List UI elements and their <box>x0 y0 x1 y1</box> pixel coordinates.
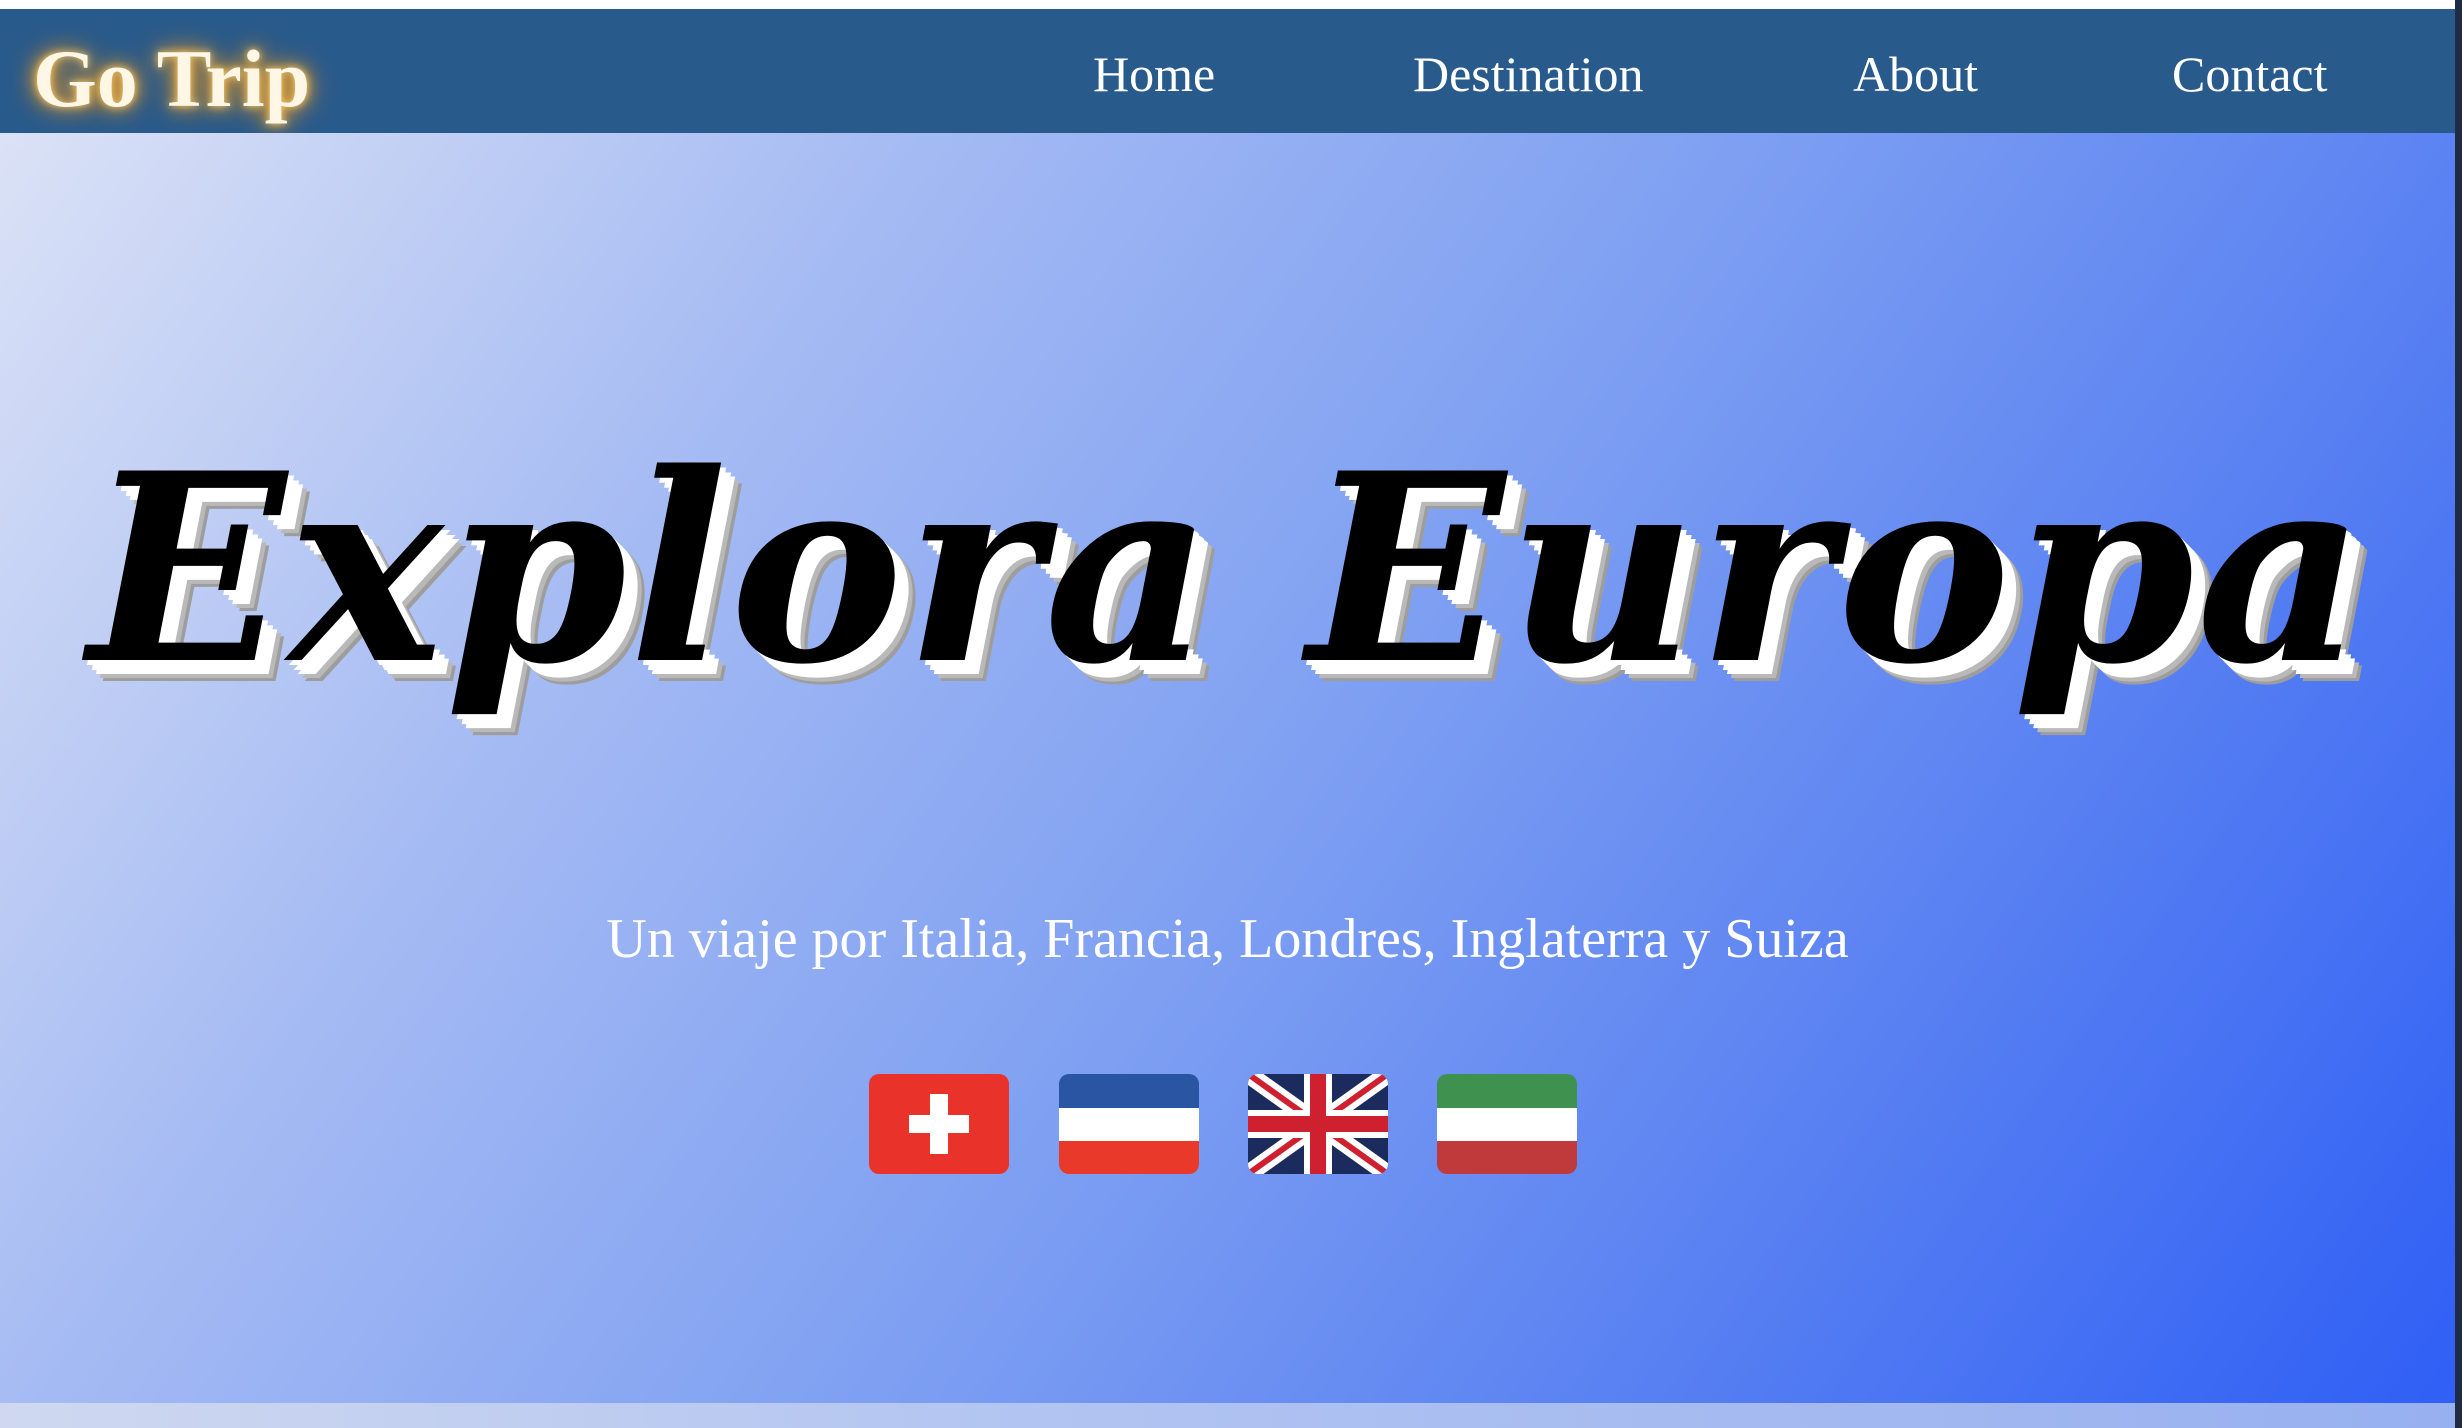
brand-logo[interactable]: Go Trip <box>33 31 310 127</box>
next-section-edge <box>0 1403 2455 1428</box>
blue-white-red-flag-graphic <box>1059 1074 1199 1174</box>
hero-subtitle: Un viaje por Italia, Francia, Londres, I… <box>606 908 1849 970</box>
page: Go Trip Home Destination About Contact E… <box>0 0 2462 1428</box>
nav-about-link[interactable]: About <box>1853 43 1978 105</box>
nav-destination-link[interactable]: Destination <box>1413 43 1644 105</box>
window-right-edge <box>2455 0 2462 1428</box>
hero-title: Explora Europa <box>87 417 2367 722</box>
hero-section <box>0 133 2455 1403</box>
nav-home-link[interactable]: Home <box>1093 43 1215 105</box>
swiss-flag-graphic <box>869 1074 1009 1174</box>
union-jack-flag-icon[interactable] <box>1248 1074 1388 1174</box>
green-white-red-flag-graphic <box>1437 1074 1577 1174</box>
nav-contact-link[interactable]: Contact <box>2172 43 2328 105</box>
green-white-red-flag-icon[interactable] <box>1437 1074 1577 1174</box>
union-jack-flag-graphic <box>1248 1074 1388 1174</box>
top-navbar: Go Trip Home Destination About Contact <box>0 9 2455 133</box>
swiss-flag-icon[interactable] <box>869 1074 1009 1174</box>
blue-white-red-flag-icon[interactable] <box>1059 1074 1199 1174</box>
